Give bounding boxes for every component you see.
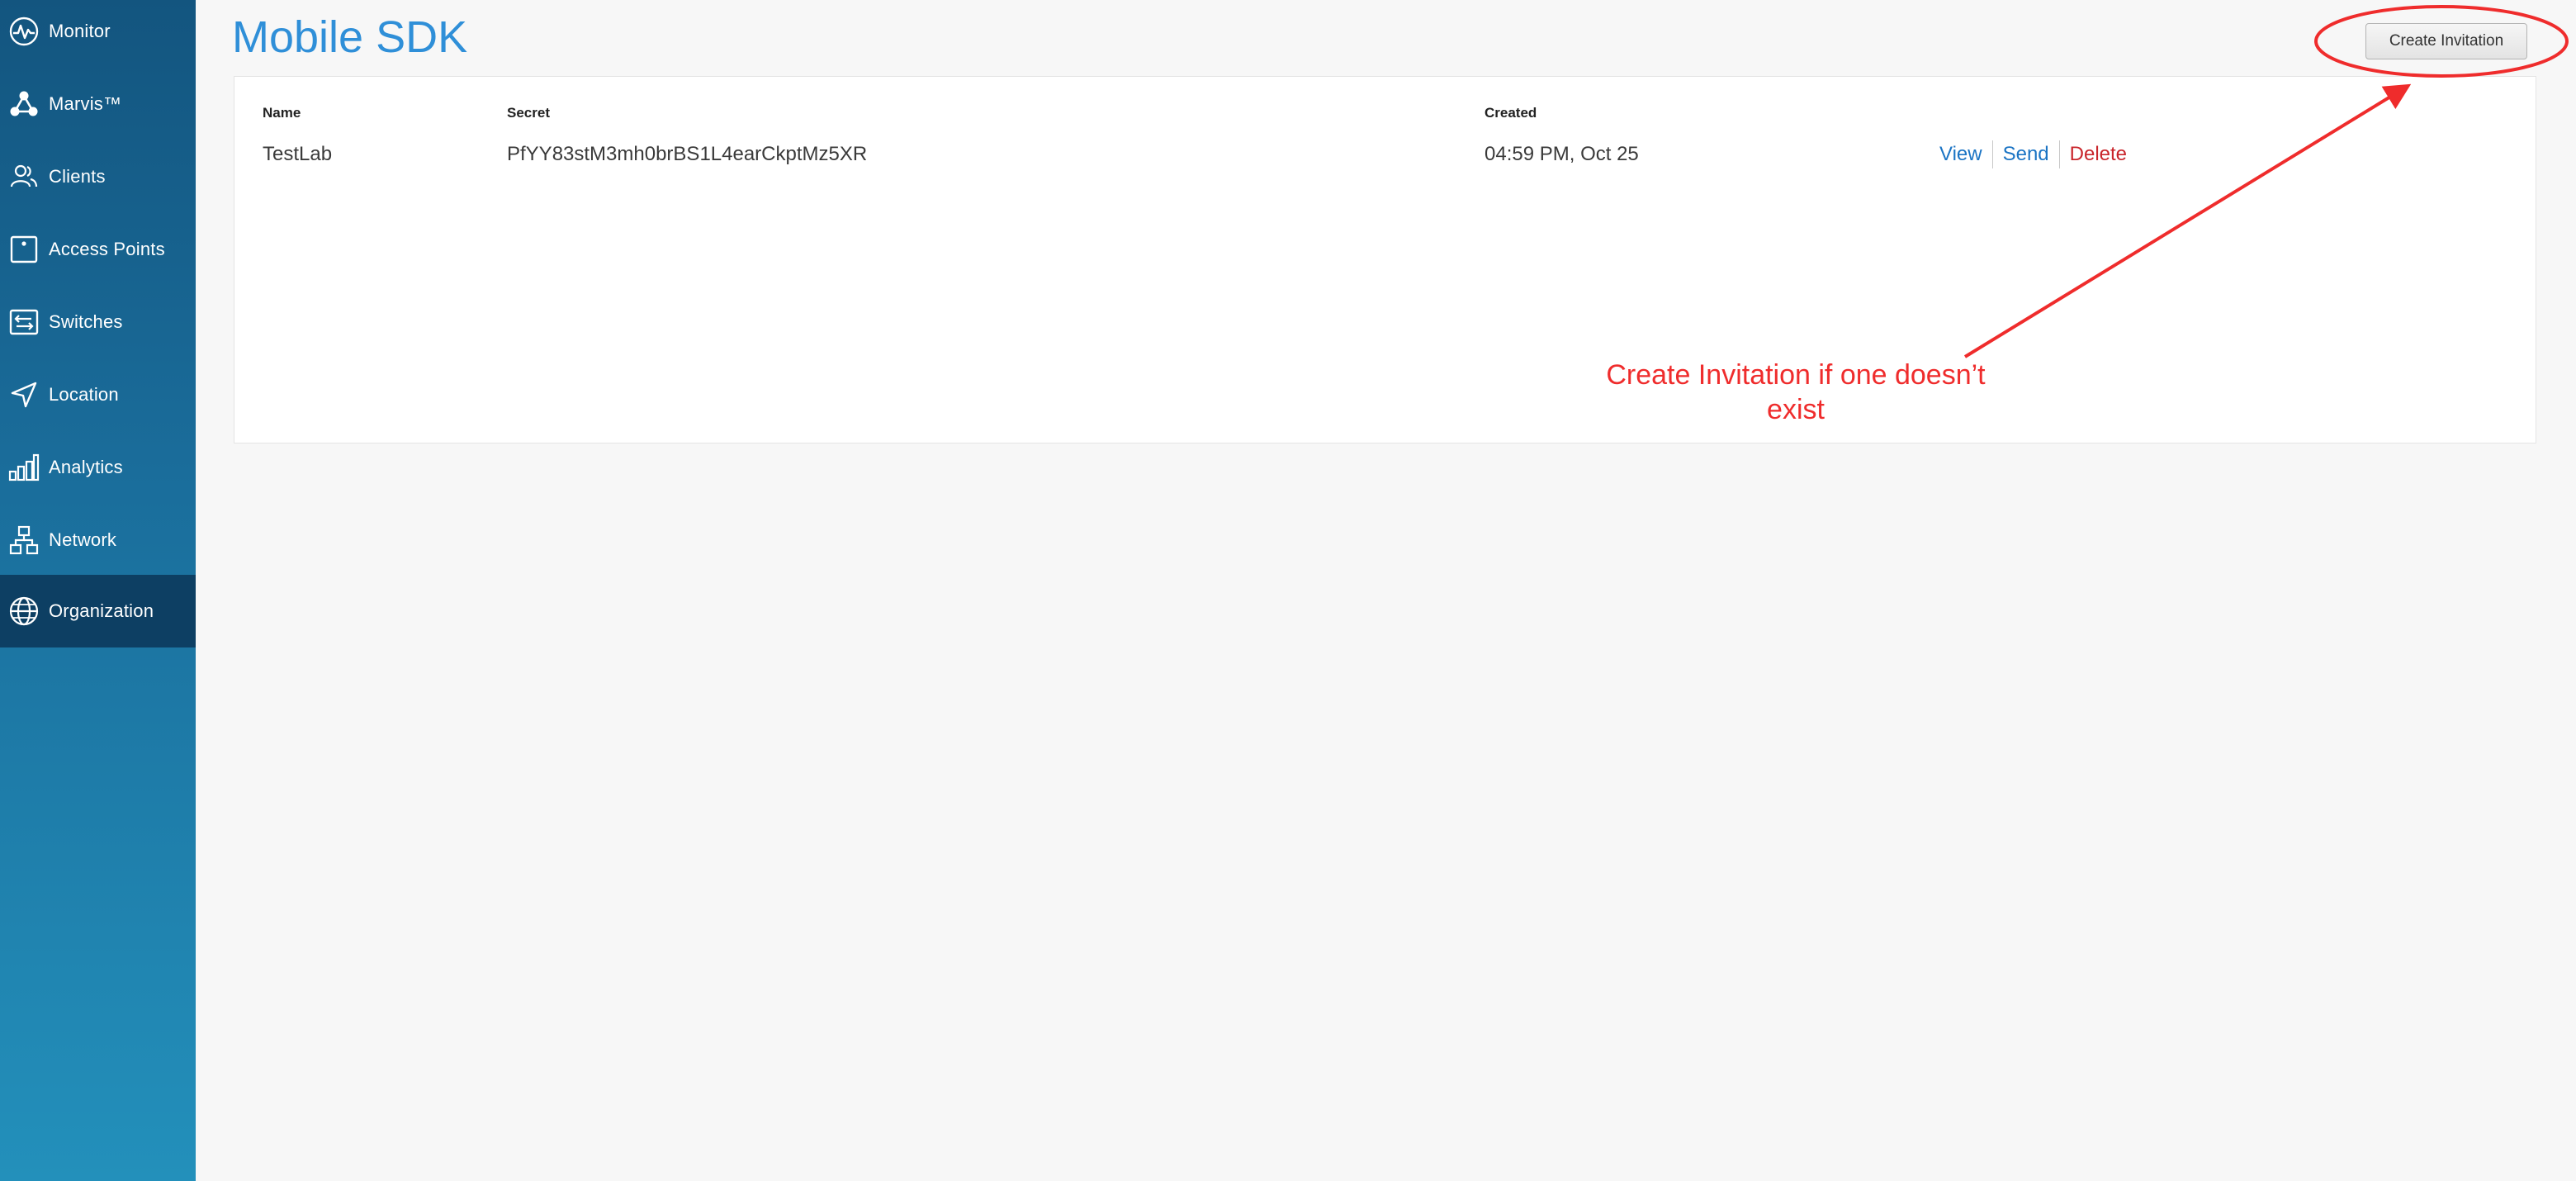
sidebar-item-label: Access Points — [49, 239, 165, 259]
sidebar-item-label: Location — [49, 384, 119, 405]
marvis-icon — [8, 88, 40, 120]
sidebar-item-access-points[interactable]: Access Points — [0, 213, 196, 286]
bar-chart-icon — [8, 452, 40, 483]
row-actions: View Send Delete — [1939, 140, 2137, 169]
clients-icon — [8, 161, 40, 192]
sidebar-item-label: Network — [49, 529, 117, 550]
sidebar-item-organization[interactable]: Organization — [0, 575, 196, 647]
row-name: TestLab — [263, 143, 333, 165]
annotation-line-1: Create Invitation if one doesn’t — [1606, 359, 1986, 391]
invitations-table: Name Secret Created TestLab PfYY83stM3mh… — [234, 76, 2536, 443]
monitor-icon — [8, 16, 40, 47]
sidebar-item-clients[interactable]: Clients — [0, 140, 196, 213]
sidebar: Monitor Marvis™ Clients Access Points Sw — [0, 0, 196, 1181]
sidebar-item-network[interactable]: Network — [0, 504, 196, 576]
view-link[interactable]: View — [1939, 140, 1992, 168]
sidebar-item-monitor[interactable]: Monitor — [0, 0, 196, 68]
app-window: Monitor Marvis™ Clients Access Points Sw — [0, 0, 2576, 1181]
send-link[interactable]: Send — [1993, 140, 2059, 168]
page-title: Mobile SDK — [232, 12, 468, 62]
sidebar-item-label: Switches — [49, 311, 123, 332]
delete-link[interactable]: Delete — [2060, 140, 2137, 168]
sidebar-item-label: Monitor — [49, 21, 111, 41]
sidebar-item-location[interactable]: Location — [0, 358, 196, 431]
sidebar-item-marvis[interactable]: Marvis™ — [0, 68, 196, 140]
access-point-icon — [8, 234, 40, 265]
sidebar-item-label: Marvis™ — [49, 93, 122, 114]
row-secret: PfYY83stM3mh0brBS1L4earCkptMz5XR — [507, 143, 868, 165]
column-header-name: Name — [263, 105, 301, 121]
create-invitation-button[interactable]: Create Invitation — [2365, 23, 2527, 59]
sidebar-item-analytics[interactable]: Analytics — [0, 431, 196, 504]
location-arrow-icon — [8, 379, 40, 410]
sidebar-item-label: Clients — [49, 166, 106, 187]
network-icon — [8, 524, 40, 556]
globe-icon — [8, 595, 40, 627]
row-created: 04:59 PM, Oct 25 — [1485, 143, 1639, 165]
sidebar-item-label: Organization — [49, 600, 154, 621]
switch-icon — [8, 306, 40, 338]
column-header-created: Created — [1485, 105, 1537, 121]
sidebar-item-switches[interactable]: Switches — [0, 286, 196, 358]
annotation-text: Create Invitation if one doesn’t exist — [1581, 358, 2010, 427]
annotation-line-2: exist — [1767, 394, 1825, 425]
column-header-secret: Secret — [507, 105, 550, 121]
sidebar-item-label: Analytics — [49, 457, 123, 477]
